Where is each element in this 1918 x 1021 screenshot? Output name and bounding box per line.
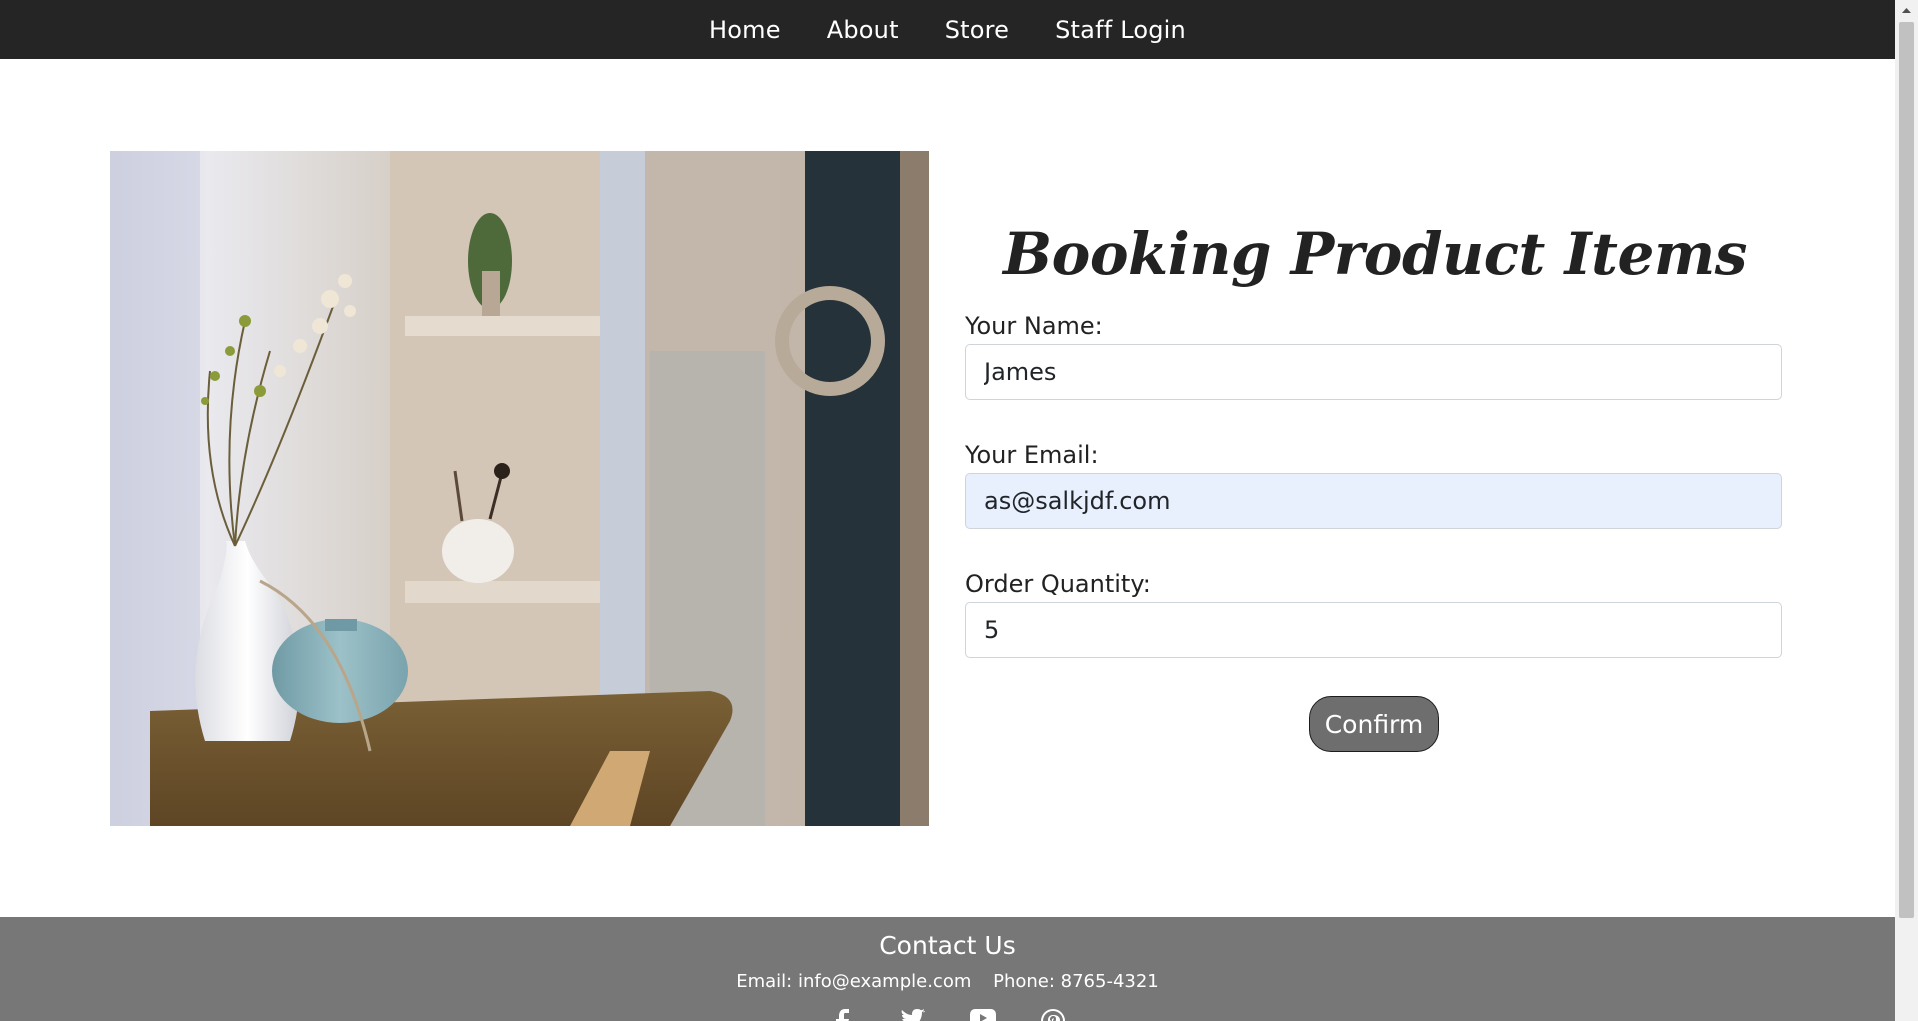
footer-title: Contact Us [879, 931, 1016, 960]
footer-email: Email: info@example.com [736, 971, 972, 992]
vertical-scrollbar[interactable] [1895, 0, 1918, 1021]
quantity-input[interactable] [965, 602, 1782, 658]
scrollbar-thumb[interactable] [1899, 22, 1914, 918]
twitter-icon[interactable] [900, 1009, 926, 1021]
pinterest-icon[interactable] [1040, 1009, 1066, 1021]
footer: Contact Us Email: info@example.com Phone… [0, 917, 1895, 1021]
quantity-label: Order Quantity: [965, 570, 1151, 598]
social-links [0, 1009, 1895, 1021]
email-label: Your Email: [965, 441, 1099, 469]
nav-store-link[interactable]: Store [945, 16, 1009, 44]
form-title: Booking Product Items [1003, 220, 1747, 288]
page: Home About Store Staff Login Booking Pro… [0, 0, 1895, 1021]
scroll-up-arrow-icon[interactable] [1895, 0, 1918, 20]
vase-interior-image [110, 151, 929, 826]
footer-phone: Phone: 8765-4321 [993, 971, 1159, 992]
top-nav: Home About Store Staff Login [0, 0, 1895, 59]
youtube-icon[interactable] [969, 1009, 996, 1021]
confirm-button[interactable]: Confirm [1309, 696, 1439, 752]
name-label: Your Name: [965, 312, 1103, 340]
name-input[interactable] [965, 344, 1782, 400]
nav-home-link[interactable]: Home [709, 16, 781, 44]
facebook-icon[interactable] [830, 1009, 856, 1021]
nav-staff-login-link[interactable]: Staff Login [1055, 16, 1186, 44]
email-input[interactable] [965, 473, 1782, 529]
nav-about-link[interactable]: About [827, 16, 899, 44]
product-photo [110, 151, 929, 826]
footer-contact: Email: info@example.com Phone: 8765-4321 [0, 971, 1895, 992]
